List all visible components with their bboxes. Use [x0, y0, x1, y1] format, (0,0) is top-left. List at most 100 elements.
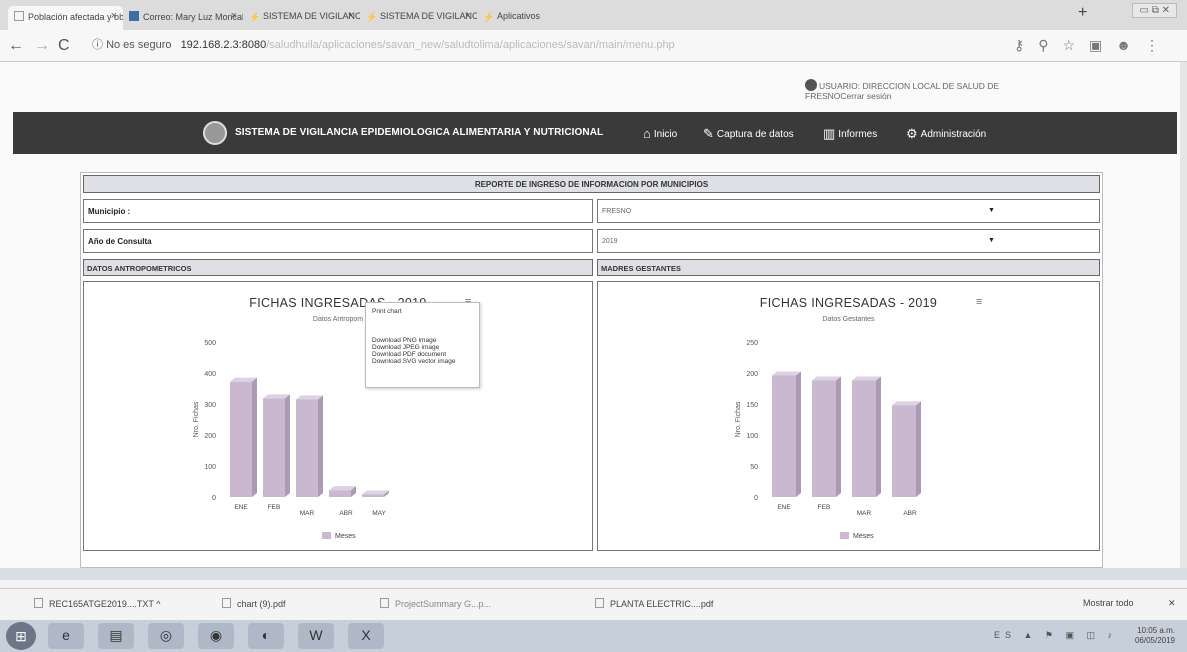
- word-icon[interactable]: W: [298, 623, 334, 649]
- clock[interactable]: 10:05 a.m. 06/05/2019: [1135, 626, 1175, 646]
- logout-link[interactable]: Cerrar sesión: [840, 91, 891, 101]
- bar-top: [812, 376, 841, 381]
- star-icon[interactable]: ☆: [1062, 37, 1089, 53]
- chevron-up-icon[interactable]: ^: [156, 599, 160, 609]
- tab-strip: Población afectada y objetivo -× Correo:…: [0, 0, 1187, 30]
- menu-label: Administración: [920, 129, 987, 140]
- download-item[interactable]: chart (9).pdf: [222, 598, 286, 609]
- menu-inicio[interactable]: ⌂ Inicio: [643, 126, 677, 141]
- reload-icon[interactable]: C: [58, 37, 70, 55]
- bar[interactable]: [362, 494, 384, 497]
- y-tick-label: 500: [204, 340, 216, 347]
- download-item[interactable]: REC165ATGE2019....TXT ^: [34, 598, 160, 609]
- menu-informes[interactable]: ▥ Informes: [823, 126, 877, 142]
- language-indicator[interactable]: ES: [994, 630, 1016, 640]
- tab-label: Correo: Mary Luz Moncaleano: [143, 12, 243, 22]
- report-panel: REPORTE DE INGRESO DE INFORMACION POR MU…: [80, 172, 1103, 568]
- y-tick-label: 200: [746, 371, 758, 378]
- clock-date: 06/05/2019: [1134, 636, 1175, 645]
- pdf-icon: [222, 598, 231, 608]
- tab-sistema-2[interactable]: ⚡SISTEMA DE VIGILANCIA EPIE×: [360, 6, 477, 30]
- download-name: ProjectSummary G...p...: [395, 599, 492, 609]
- y-tick-label: 0: [754, 495, 758, 502]
- municipio-select[interactable]: FRESNO ▼: [597, 199, 1100, 223]
- zoom-icon[interactable]: ⚲: [1038, 37, 1062, 53]
- horizontal-scrollbar[interactable]: [0, 568, 1187, 580]
- system-tray: ES ▲ ⚑ ▣ ◫ ♪: [993, 630, 1117, 640]
- anio-select[interactable]: 2019 ▼: [597, 229, 1100, 253]
- account-icon[interactable]: ☻: [1116, 37, 1145, 53]
- legend-swatch: [840, 532, 849, 539]
- insecure-label: No es seguro: [106, 39, 172, 51]
- close-tab-icon[interactable]: ×: [111, 10, 117, 22]
- key-icon[interactable]: ⚷: [1014, 37, 1038, 53]
- y-tick-label: 300: [204, 402, 216, 409]
- app-icon[interactable]: ◐: [248, 623, 284, 649]
- bar[interactable]: [296, 399, 318, 497]
- y-tick-label: 50: [750, 464, 758, 471]
- bar[interactable]: [329, 490, 351, 497]
- extension-icon[interactable]: ▣: [1089, 37, 1116, 53]
- menu-download-svg[interactable]: Download SVG vector image: [372, 358, 473, 365]
- y-axis-label: Nro. Fichas: [193, 401, 200, 437]
- chart-context-menu: Print chart Download PNG image Download …: [365, 302, 480, 388]
- menu-label: Captura de datos: [716, 129, 794, 140]
- chart-gestantes: FICHAS INGRESADAS - 2019 Datos Gestantes…: [597, 281, 1100, 551]
- app-icon: ⚡: [366, 12, 378, 22]
- ie-icon[interactable]: e: [48, 623, 84, 649]
- y-tick-label: 100: [204, 464, 216, 471]
- close-downloads-icon[interactable]: ✕: [1168, 598, 1176, 609]
- chrome-icon[interactable]: ◉: [198, 623, 234, 649]
- bar-side: [318, 395, 323, 497]
- bar-side: [285, 394, 290, 497]
- menu-download-pdf[interactable]: Download PDF document: [372, 351, 473, 358]
- url-path: /saludhuila/aplicaciones/savan_new/salud…: [266, 39, 675, 51]
- chart-antropometricos: FICHAS INGRESADAS - 2019 Datos Antropom …: [83, 281, 593, 551]
- y-tick-label: 150: [746, 402, 758, 409]
- document-icon: [14, 11, 24, 21]
- show-all-downloads[interactable]: Mostrar todo: [1083, 598, 1134, 608]
- x-tick-label: ABR: [339, 510, 353, 517]
- x-tick-label: ABR: [903, 510, 917, 517]
- gear-icon: ⚙: [906, 126, 918, 141]
- bar-side: [836, 376, 841, 497]
- start-button[interactable]: ⊞: [6, 622, 36, 650]
- y-tick-label: 0: [212, 495, 216, 502]
- menu-print-chart[interactable]: Print chart: [372, 308, 473, 315]
- bar[interactable]: [812, 380, 836, 497]
- url-field[interactable]: ⓘ No es seguro 192.168.2.3:8080/saludhui…: [92, 36, 675, 52]
- new-tab-button[interactable]: +: [1078, 4, 1087, 22]
- tab-label: Aplicativos: [497, 11, 541, 21]
- app-icon: ⚡: [249, 12, 261, 22]
- bar[interactable]: [772, 375, 796, 497]
- bar[interactable]: [263, 398, 285, 497]
- menu-captura[interactable]: ✎ Captura de datos: [703, 126, 794, 142]
- tab-sistema-1[interactable]: ⚡SISTEMA DE VIGILANCIA EPIE×: [243, 6, 360, 30]
- menu-download-jpeg[interactable]: Download JPEG image: [372, 344, 473, 351]
- tab-aplicativos[interactable]: ⚡ Aplicativos: [477, 6, 577, 30]
- forward-icon[interactable]: →: [34, 37, 50, 55]
- excel-icon[interactable]: X: [348, 623, 384, 649]
- window-controls[interactable]: ▭ ⧉ ✕: [1132, 3, 1177, 18]
- bar[interactable]: [852, 380, 876, 497]
- y-axis-label: Nro. Fichas: [735, 401, 742, 437]
- bar[interactable]: [230, 381, 252, 497]
- download-item[interactable]: PLANTA ELECTRIC....pdf: [595, 598, 713, 609]
- close-tab-icon[interactable]: ×: [231, 10, 237, 22]
- bar[interactable]: [892, 405, 916, 497]
- close-tab-icon[interactable]: ×: [465, 10, 471, 22]
- vertical-scrollbar[interactable]: [1180, 62, 1187, 568]
- folder-icon[interactable]: ▤: [98, 623, 134, 649]
- media-icon[interactable]: ◎: [148, 623, 184, 649]
- back-icon[interactable]: ←: [8, 37, 24, 55]
- menu-kebab-icon[interactable]: ⋮: [1145, 37, 1173, 53]
- download-item[interactable]: ProjectSummary G...p...: [380, 598, 491, 609]
- menu-download-png[interactable]: Download PNG image: [372, 337, 473, 344]
- file-icon: [34, 598, 43, 608]
- tab-poblacion[interactable]: Población afectada y objetivo -×: [8, 6, 123, 30]
- close-tab-icon[interactable]: ×: [348, 10, 354, 22]
- menu-administracion[interactable]: ⚙ Administración: [906, 126, 986, 142]
- tab-correo[interactable]: Correo: Mary Luz Moncaleano×: [123, 6, 243, 30]
- x-tick-label: FEB: [818, 504, 831, 511]
- address-bar: ← → C ⓘ No es seguro 192.168.2.3:8080/sa…: [0, 30, 1187, 62]
